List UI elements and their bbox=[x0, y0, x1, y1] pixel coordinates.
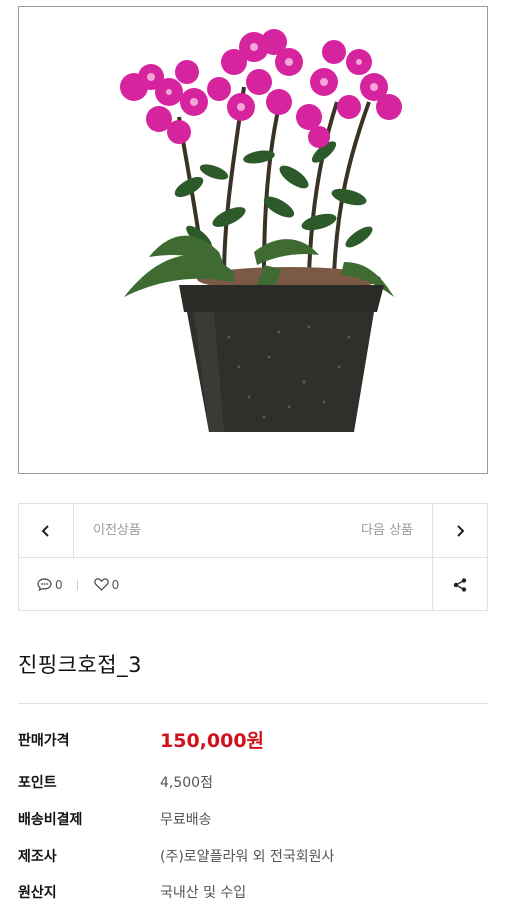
price-value: 150,000원 bbox=[160, 730, 265, 752]
maker-value: (주)로얄플라워 외 전국회원사 bbox=[160, 849, 335, 865]
stats-row: 0 0 bbox=[19, 558, 487, 611]
origin-value: 국내산 및 수입 bbox=[160, 885, 247, 901]
point-label: 포인트 bbox=[18, 775, 57, 791]
shipping-value: 무료배송 bbox=[160, 812, 212, 828]
next-product-link[interactable]: 다음 상품 bbox=[361, 504, 413, 557]
origin-label: 원산지 bbox=[18, 885, 57, 901]
title-divider bbox=[18, 703, 488, 704]
chevron-right-icon bbox=[457, 524, 465, 537]
shipping-label: 배송비결제 bbox=[18, 812, 83, 828]
point-value: 4,500점 bbox=[160, 775, 213, 791]
flower-pot bbox=[179, 285, 384, 432]
product-stats: 0 0 bbox=[37, 558, 119, 611]
product-image bbox=[18, 6, 488, 474]
comment-stat[interactable]: 0 bbox=[37, 578, 63, 592]
prev-product-button[interactable] bbox=[19, 504, 74, 557]
orchid-pot-illustration bbox=[120, 29, 402, 432]
product-navigation: 이전상품 다음 상품 0 0 bbox=[18, 503, 488, 611]
like-count: 0 bbox=[111, 577, 120, 592]
share-button[interactable] bbox=[432, 558, 487, 611]
background-foliage bbox=[174, 141, 373, 249]
stat-divider bbox=[76, 579, 78, 590]
prev-product-link[interactable]: 이전상품 bbox=[93, 504, 141, 557]
comment-icon bbox=[37, 578, 52, 591]
comment-count: 0 bbox=[55, 577, 63, 592]
maker-label: 제조사 bbox=[18, 849, 57, 865]
heart-icon bbox=[93, 578, 109, 591]
prev-next-row: 이전상품 다음 상품 bbox=[19, 504, 487, 558]
price-label: 판매가격 bbox=[18, 733, 70, 749]
product-title: 진핑크호접_3 bbox=[18, 653, 142, 677]
next-product-button[interactable] bbox=[432, 504, 487, 557]
chevron-left-icon bbox=[41, 524, 49, 537]
share-icon bbox=[453, 577, 467, 592]
like-stat[interactable]: 0 bbox=[93, 577, 120, 592]
